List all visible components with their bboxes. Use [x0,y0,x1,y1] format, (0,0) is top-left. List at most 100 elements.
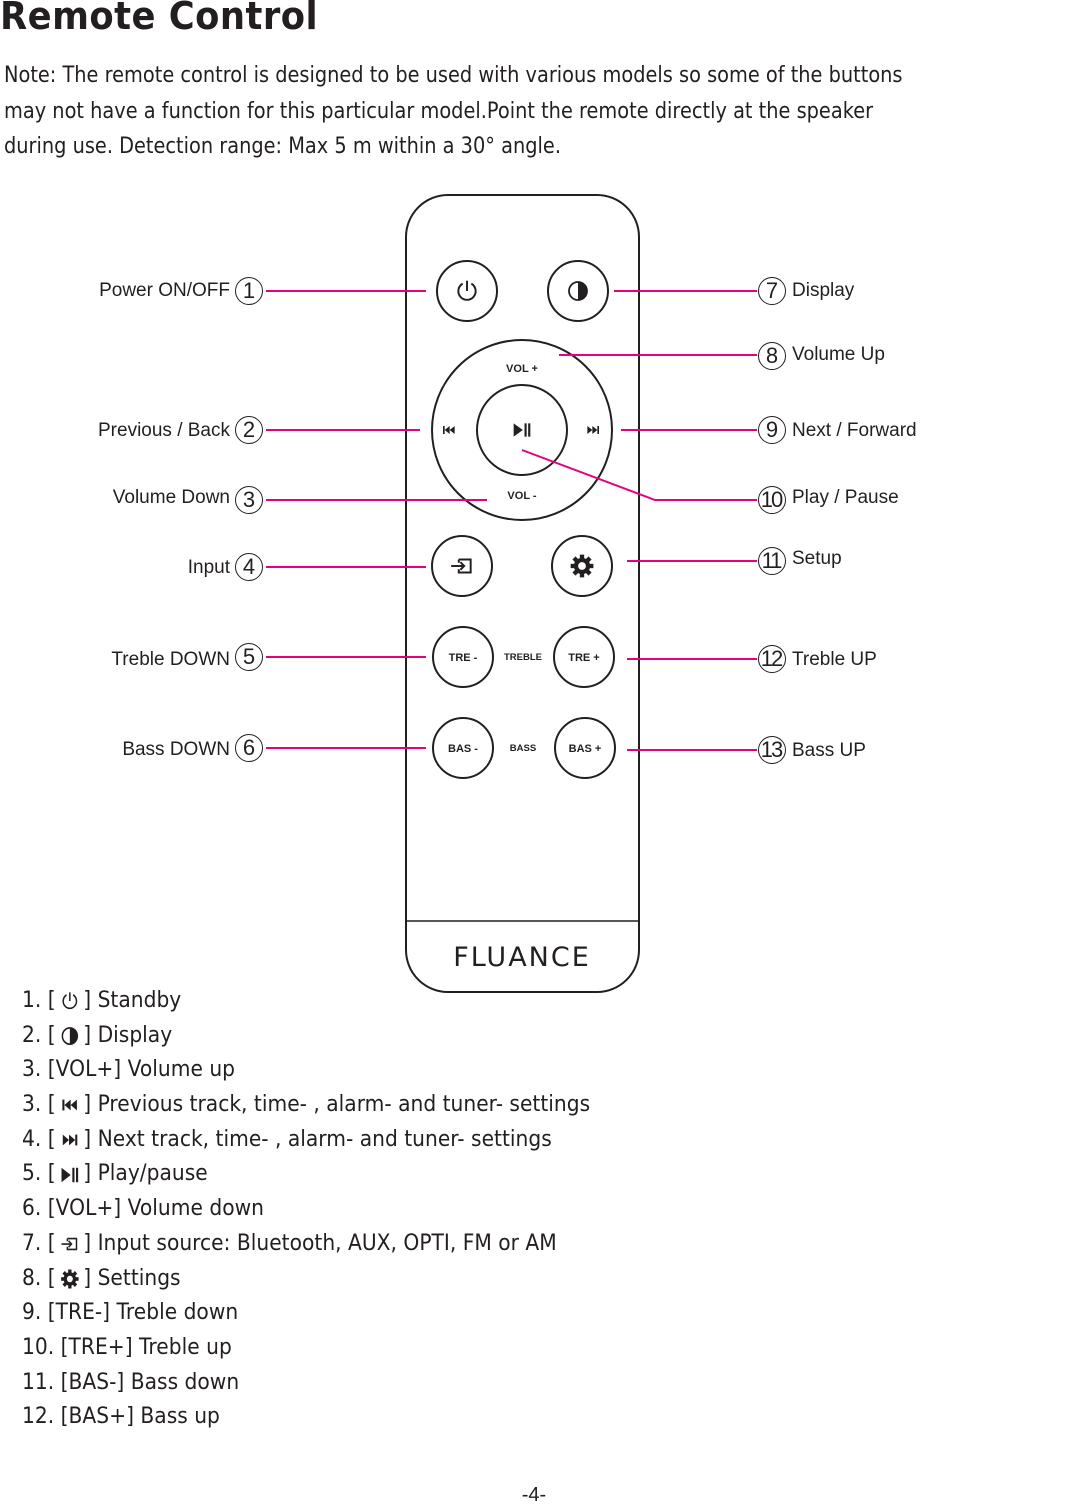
legend-item-prefix: 3. [ [22,1057,56,1083]
legend-item-prefix: 11. [ [22,1369,69,1395]
skip-next-icon [62,1134,77,1146]
play-pause-icon [61,1167,78,1183]
callout-label-power: Power ON/OFF [99,280,230,301]
legend-item-text: ] Settings [83,1265,181,1291]
legend-item: 10. [TRE+] Treble up [22,1331,590,1366]
treble-up-button[interactable]: TRE + [553,626,615,688]
skip-previous-icon [61,1099,77,1111]
legend-item-prefix: 10. [ [22,1334,69,1360]
callout-label-treble-down: Treble DOWN [111,649,230,670]
legend-item-prefix: 4. [ [22,1126,56,1152]
legend-item-prefix: 9. [ [22,1300,56,1326]
callout-number-text: 5 [242,644,255,669]
treble-down-button[interactable]: TRE - [432,626,494,688]
callout-number-text: 2 [242,417,255,442]
legend-item-text: ] Volume down [113,1196,264,1222]
treble-caption: TREBLE [504,652,542,663]
legend-item: 8. [ ] Settings [22,1262,590,1297]
callout-number-text: 12 [760,646,784,671]
bass-down-label: BAS - [448,743,478,755]
legend-item-key: VOL+ [55,1057,114,1083]
input-button[interactable] [431,535,493,597]
callout-number-12: 12 [758,645,786,673]
callout-label-treble-up: Treble UP [792,649,877,670]
legend-item: 2. [ ] Display [22,1019,590,1054]
callout-number-9: 9 [758,416,786,444]
callout-number-text: 11 [761,548,783,573]
callout-number-text: 3 [242,487,255,512]
bass-caption: BASS [510,743,536,754]
callout-number-3: 3 [235,486,263,514]
callout-number-5: 5 [235,643,263,671]
display-button[interactable] [547,260,609,322]
legend-item-text: ] Bass up [126,1404,220,1430]
legend-item: 11. [BAS-] Bass down [22,1366,590,1401]
legend-item-text: ] Play/pause [83,1161,208,1187]
legend-item-text: ] Treble down [102,1300,239,1326]
bass-down-button[interactable]: BAS - [432,717,494,779]
legend-item: 12. [BAS+] Bass up [22,1400,590,1435]
callout-number-10: 10 [758,486,786,514]
callout-label-volume-down: Volume Down [112,487,230,508]
setup-button[interactable] [551,535,613,597]
vol-up-button[interactable]: VOL + [506,363,538,375]
callout-label-volume-up: Volume Up [792,344,885,365]
legend-item-text: ] Next track, time- , alarm- and tuner- … [83,1126,552,1152]
remote-body [405,194,640,993]
legend-item-text: ] Display [83,1022,173,1048]
callout-number-text: 10 [760,487,784,512]
callout-label-bass-down: Bass DOWN [122,739,230,760]
legend-item-prefix: 12. [ [22,1404,69,1430]
treble-down-label: TRE - [449,652,478,664]
legend-item: 1. [ ] Standby [22,984,590,1019]
callout-label-setup: Setup [792,548,842,569]
callout-number-text: 7 [765,278,778,303]
legend-item-prefix: 8. [ [22,1265,56,1291]
gear-icon [60,1269,79,1289]
callout-number-7: 7 [758,277,786,305]
vol-down-button[interactable]: VOL - [507,490,536,502]
legend-item-prefix: 6. [ [22,1196,56,1222]
callout-number-13: 13 [758,736,786,764]
legend-item-key: TRE+ [68,1334,125,1360]
legend-item-key: TRE- [55,1300,103,1326]
callout-number-text: 6 [242,735,255,760]
input-source-icon [60,1237,77,1251]
legend-item-key: VOL+ [55,1196,114,1222]
legend-item-prefix: 7. [ [22,1230,56,1256]
callout-label-play-pause: Play / Pause [792,487,899,508]
callout-number-text: 9 [765,417,778,442]
callout-number-text: 8 [765,343,778,368]
legend-item: 3. [ ] Previous track, time- , alarm- and… [22,1088,590,1123]
legend-item-prefix: 1. [ [22,988,56,1013]
bass-up-button[interactable]: BAS + [554,717,616,779]
legend-item-text: ] Standby [83,988,182,1013]
legend-item-key: BAS+ [68,1404,127,1430]
power-button[interactable] [436,260,498,322]
legend-item-prefix: 2. [ [22,1022,56,1048]
power-icon [61,991,77,1010]
callout-number-2: 2 [235,416,263,444]
legend-item-text: ] Bass down [116,1369,240,1395]
legend-item-prefix: 3. [ [22,1092,56,1118]
legend-item: 4. [ ] Next track, time- , alarm- and tun… [22,1123,590,1158]
callout-number-6: 6 [235,734,263,762]
callout-number-text: 1 [242,278,255,303]
legend-item-text: ] Previous track, time- , alarm- and tun… [83,1092,591,1118]
callout-label-input: Input [187,557,230,578]
legend-item: 6. [VOL+] Volume down [22,1192,590,1227]
button-legend: 1. [] Standby 2. [] Display 3. [VOL+] Volu… [22,984,590,1435]
legend-item: 7. [] Input source: Bluetooth, AUX, OPTI… [22,1227,590,1262]
treble-up-label: TRE + [568,652,599,664]
gear-icon [570,554,594,578]
callout-label-previous: Previous / Back [98,420,230,441]
callout-number-text: 13 [760,737,784,762]
legend-item-text: ] Treble up [124,1334,232,1360]
legend-item-key: BAS- [68,1369,117,1395]
callout-label-bass-up: Bass UP [792,740,866,761]
callout-label-next: Next / Forward [792,420,917,441]
brand-logo: FLUANCE [453,942,591,973]
legend-item: 5. [] Play/pause [22,1157,590,1192]
legend-item: 9. [TRE-] Treble down [22,1296,590,1331]
legend-item: 3. [VOL+] Volume up [22,1053,590,1088]
